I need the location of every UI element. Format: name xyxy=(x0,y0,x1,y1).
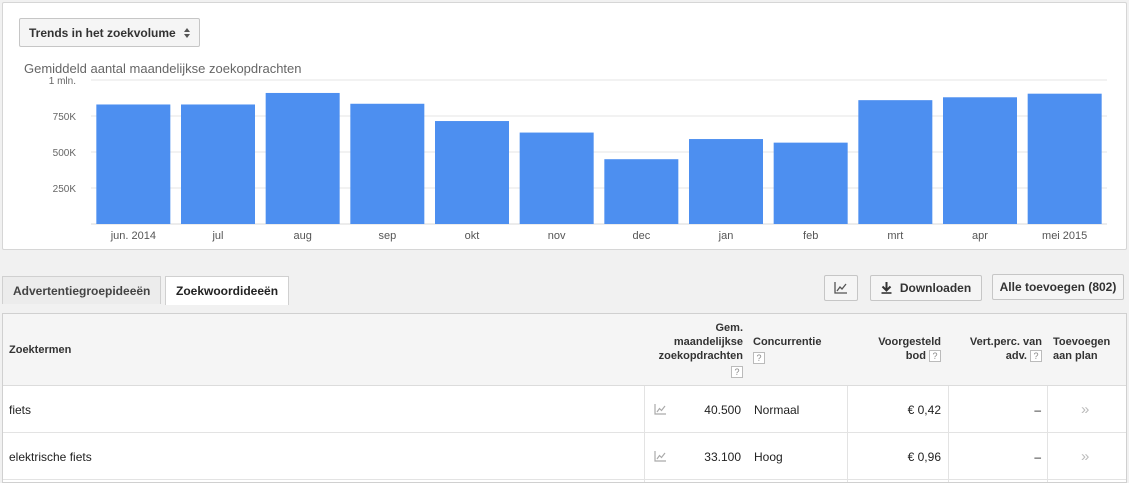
competition-level: Normaal xyxy=(754,402,800,417)
line-chart-icon xyxy=(834,282,847,294)
x-tick-label: dec xyxy=(632,230,650,242)
help-icon[interactable]: ? xyxy=(929,350,941,363)
header-search-terms[interactable]: Zoektermen xyxy=(9,343,71,357)
search-term: fiets xyxy=(9,402,32,417)
add-to-plan-chevron-icon[interactable]: » xyxy=(1081,386,1089,433)
trend-icon[interactable] xyxy=(654,433,667,480)
tab-ad-group-ideas[interactable]: Advertentiegroepideeën xyxy=(2,276,161,304)
help-icon[interactable]: ? xyxy=(1030,350,1042,363)
y-tick-label: 500K xyxy=(53,148,77,159)
search-volume-bar-chart: 250K 500K 750K 1 mln. jun. 2014 jul aug sep okt n… xyxy=(49,76,1107,242)
bar-dec xyxy=(604,159,679,224)
tab-keyword-ideas[interactable]: Zoekwoordideeën xyxy=(165,276,289,305)
header-competition[interactable]: Concurrentie ? xyxy=(753,335,821,365)
suggested-bid: € 0,96 xyxy=(907,449,941,464)
bar-jun-2014 xyxy=(96,104,171,224)
x-tick-label: apr xyxy=(972,230,988,242)
y-tick-label: 250K xyxy=(53,184,77,195)
trends-selector[interactable]: Trends in het zoekvolume xyxy=(19,18,200,47)
avg-monthly-searches: 40.500 xyxy=(704,402,741,417)
bar-mei-2015 xyxy=(1027,93,1102,225)
bar-aug xyxy=(265,92,340,225)
download-label: Downloaden xyxy=(899,281,972,295)
bar-nov xyxy=(519,132,594,224)
x-tick-label: jul xyxy=(211,230,223,242)
header-suggested-bid[interactable]: Voorgesteld bod ? xyxy=(853,335,941,363)
add-all-button[interactable]: Alle toevoegen (802) xyxy=(992,274,1124,300)
help-icon[interactable]: ? xyxy=(731,366,743,379)
header-impression-share[interactable]: Vert.perc. van adv. ? xyxy=(948,335,1042,363)
y-tick-label: 1 mln. xyxy=(49,76,76,87)
trend-icon[interactable] xyxy=(654,386,667,433)
download-icon xyxy=(881,282,892,294)
impression-share: – xyxy=(1034,449,1041,464)
x-tick-label: mei 2015 xyxy=(1042,230,1087,242)
x-tick-label: mrt xyxy=(887,230,903,242)
help-icon[interactable]: ? xyxy=(753,352,765,365)
avg-monthly-searches: 33.100 xyxy=(704,449,741,464)
table-header-row: Zoektermen Gem. maandelijkse zoekopdrach… xyxy=(3,314,1126,386)
table-row: fiets 40.500 Normaal € 0,42 – » xyxy=(3,386,1126,433)
x-tick-label: sep xyxy=(378,230,396,242)
search-term: elektrische fiets xyxy=(9,449,92,464)
competition-level: Hoog xyxy=(754,449,783,464)
y-tick-label: 750K xyxy=(53,112,77,123)
bar-jan xyxy=(689,139,763,224)
x-tick-label: nov xyxy=(548,230,566,242)
impression-share: – xyxy=(1034,402,1041,417)
header-avg-monthly-searches[interactable]: Gem. maandelijkse zoekopdrachten ? xyxy=(643,321,743,379)
trends-selector-label: Trends in het zoekvolume xyxy=(29,25,176,40)
bar-sep xyxy=(350,103,425,224)
download-button[interactable]: Downloaden xyxy=(870,275,982,301)
bar-feb xyxy=(773,142,848,224)
suggested-bid: € 0,42 xyxy=(907,402,941,417)
x-tick-label: jan xyxy=(718,230,734,242)
bar-okt xyxy=(435,121,509,224)
bar-jul xyxy=(181,104,255,224)
x-tick-label: jun. 2014 xyxy=(110,230,156,242)
add-to-plan-chevron-icon[interactable]: » xyxy=(1081,433,1089,480)
up-down-arrows-icon xyxy=(183,27,190,38)
bar-mrt xyxy=(858,100,933,224)
keyword-ideas-table: Zoektermen Gem. maandelijkse zoekopdrach… xyxy=(2,313,1127,483)
results-tabs-bar: Advertentiegroepideeën Zoekwoordideeën D… xyxy=(2,274,1127,305)
search-volume-trends-panel: Trends in het zoekvolume Gemiddeld aanta… xyxy=(2,2,1127,250)
header-add-to-plan: Toevoegen aan plan xyxy=(1053,336,1111,362)
bar-apr xyxy=(943,97,1017,224)
table-row: elektrische fiets 33.100 Hoog € 0,96 – » xyxy=(3,433,1126,480)
x-tick-label: aug xyxy=(293,230,311,242)
x-tick-label: feb xyxy=(803,230,818,242)
x-tick-label: okt xyxy=(465,230,480,242)
chart-toggle-button[interactable] xyxy=(824,275,858,301)
